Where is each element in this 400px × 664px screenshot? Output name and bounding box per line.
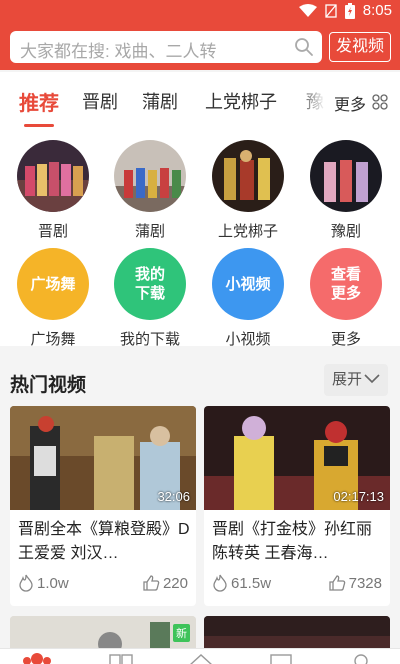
yuju-thumbnail <box>310 140 382 212</box>
play-count: 1.0w <box>18 574 69 592</box>
category-jinju[interactable]: 晋剧 <box>5 140 101 241</box>
messages-icon[interactable] <box>266 651 296 664</box>
status-bar: 8:05 <box>0 0 400 24</box>
discover-icon[interactable] <box>186 651 216 664</box>
like-count-value: 220 <box>162 574 188 592</box>
category-grid: 晋剧 蒲剧 上党梆子 豫剧 广场舞 广场舞 我的 下载 我的下载 小视频 小视频… <box>0 128 400 349</box>
video-duration: 32:06 <box>157 489 190 504</box>
battery-icon <box>344 2 355 19</box>
puju-thumbnail <box>114 140 186 212</box>
tab-jinju[interactable]: 晋剧 <box>82 88 118 114</box>
clock: 8:05 <box>362 2 392 19</box>
search-placeholder: 大家都在搜: 戏曲、二人转 <box>20 42 217 61</box>
my-downloads-circle: 我的 下载 <box>114 248 186 320</box>
tab-shangdang-bangzi[interactable]: 上党梆子 <box>205 88 277 114</box>
search-header: 大家都在搜: 戏曲、二人转 发视频 <box>0 24 400 70</box>
category-square-dance[interactable]: 广场舞 广场舞 <box>5 248 101 349</box>
category-short-videos[interactable]: 小视频 小视频 <box>200 248 296 349</box>
video-title: 晋剧《打金枝》孙红丽 陈转英 王春海… <box>212 521 373 562</box>
like-count: 220 <box>142 574 188 592</box>
video-card[interactable]: 02:17:13 晋剧《打金枝》孙红丽 陈转英 王春海… 61.5w 7328 <box>204 406 390 606</box>
view-more-circle: 查看 更多 <box>310 248 382 320</box>
search-icon <box>295 38 313 56</box>
flame-icon <box>213 574 227 592</box>
category-yuju[interactable]: 豫剧 <box>298 140 394 241</box>
category-label: 蒲剧 <box>134 223 165 240</box>
play-count: 61.5w <box>212 574 271 592</box>
circle-text: 查看 更多 <box>330 266 361 302</box>
video-card[interactable]: 32:06 晋剧全本《算粮登殿》D 王爱爱 刘汉… 1.0w 220 <box>10 406 196 606</box>
category-shangdang-bangzi[interactable]: 上党梆子 <box>200 140 296 241</box>
new-badge: 新 <box>173 624 190 642</box>
category-label: 上党梆子 <box>217 223 278 240</box>
category-my-downloads[interactable]: 我的 下载 我的下载 <box>102 248 198 349</box>
no-signal-icon <box>325 3 337 18</box>
tab-puju[interactable]: 蒲剧 <box>142 88 178 114</box>
play-count-value: 61.5w <box>231 574 272 592</box>
tab-recommend[interactable]: 推荐 <box>19 87 59 116</box>
flame-icon <box>19 574 33 592</box>
more-tabs-button[interactable]: 更多 <box>324 72 400 128</box>
chevron-down-icon <box>364 374 380 384</box>
category-tabs: 推荐 晋剧 蒲剧 上党梆子 豫剧 更多 <box>0 72 400 128</box>
thumbs-up-icon <box>143 575 160 591</box>
circle-text: 我的 下载 <box>134 266 165 302</box>
category-more[interactable]: 查看 更多 更多 <box>298 248 394 349</box>
category-label: 晋剧 <box>37 223 68 240</box>
like-count: 7328 <box>328 574 382 592</box>
category-puju[interactable]: 蒲剧 <box>102 140 198 241</box>
square-dance-circle: 广场舞 <box>17 248 89 320</box>
category-label: 更多 <box>330 331 361 348</box>
category-label: 广场舞 <box>30 331 76 348</box>
like-count-value: 7328 <box>348 574 382 592</box>
play-count-value: 1.0w <box>37 574 69 592</box>
category-label: 小视频 <box>225 331 271 348</box>
wifi-icon <box>298 3 317 17</box>
grid-icon <box>372 94 388 110</box>
video-thumbnail: 02:17:13 <box>204 406 390 510</box>
hot-videos-header: 热门视频 展开 <box>0 356 400 406</box>
shangdang-thumbnail <box>212 140 284 212</box>
circle-text: 广场舞 <box>30 275 76 293</box>
publish-video-button[interactable]: 发视频 <box>329 32 391 62</box>
thumbs-up-icon <box>328 575 345 591</box>
search-input[interactable]: 大家都在搜: 戏曲、二人转 <box>10 31 322 63</box>
category-label: 我的下载 <box>119 331 180 348</box>
video-title: 晋剧全本《算粮登殿》D 王爱爱 刘汉… <box>18 521 190 562</box>
expand-label: 展开 <box>332 371 363 388</box>
video-thumbnail: 32:06 <box>10 406 196 510</box>
expand-button[interactable]: 展开 <box>324 364 388 396</box>
jinju-thumbnail <box>17 140 89 212</box>
circle-text: 小视频 <box>225 275 271 293</box>
home-icon[interactable] <box>22 651 52 664</box>
category-label: 豫剧 <box>330 223 361 240</box>
section-title: 热门视频 <box>10 375 87 396</box>
profile-icon[interactable] <box>346 651 376 664</box>
more-tabs-label: 更多 <box>334 97 367 114</box>
video-duration: 02:17:13 <box>333 489 384 504</box>
short-videos-circle: 小视频 <box>212 248 284 320</box>
categories-icon[interactable] <box>106 651 136 664</box>
tabs-fade <box>296 72 326 128</box>
active-tab-indicator <box>24 124 54 127</box>
bottom-navigation <box>0 648 400 664</box>
